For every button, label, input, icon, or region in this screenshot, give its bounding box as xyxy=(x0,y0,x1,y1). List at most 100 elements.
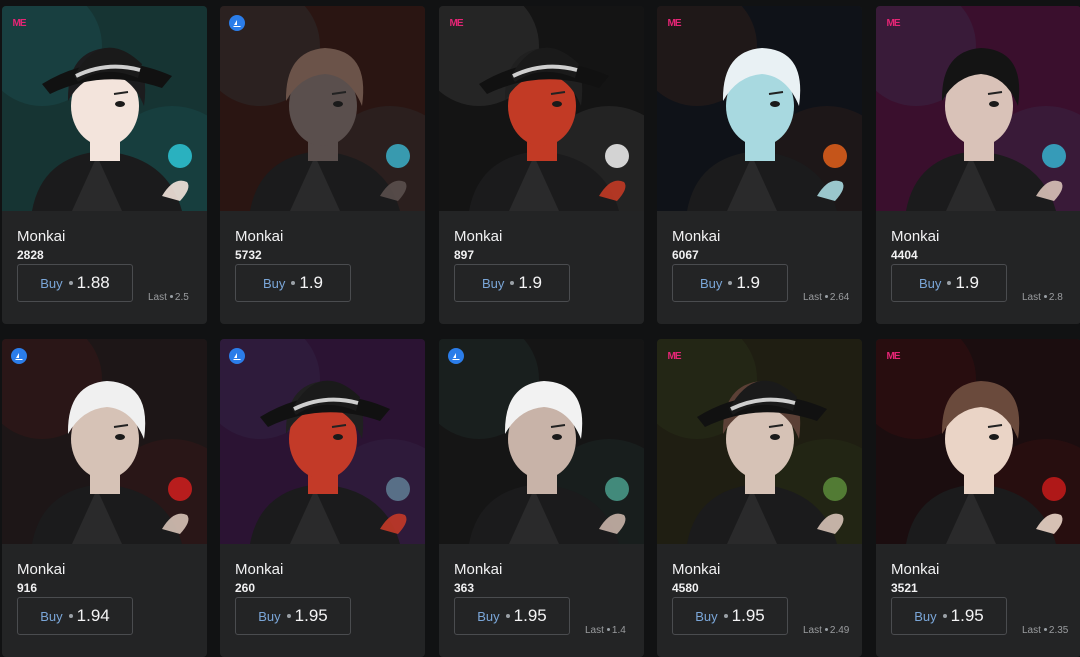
nft-card[interactable]: Monkai 5732 Buy 1.9 xyxy=(220,6,425,324)
opensea-icon xyxy=(448,348,464,364)
sol-icon xyxy=(824,628,828,632)
last-sale-price: 2.5 xyxy=(174,292,189,303)
buy-label: Buy xyxy=(699,275,723,291)
nft-image[interactable] xyxy=(220,6,425,211)
opensea-icon xyxy=(229,348,245,364)
nft-collection-name: Monkai xyxy=(454,228,503,245)
buy-button[interactable]: Buy 1.9 xyxy=(235,264,351,302)
nft-image[interactable] xyxy=(657,6,862,211)
last-sale: Last 2.64 xyxy=(803,292,849,303)
magic-eden-icon: ME xyxy=(886,17,901,29)
nft-artwork xyxy=(220,339,425,544)
nft-token-id: 897 xyxy=(454,248,475,262)
sol-icon xyxy=(728,281,733,285)
buy-button[interactable]: Buy 1.9 xyxy=(891,264,1007,302)
nft-token-id: 6067 xyxy=(672,248,699,262)
sol-icon xyxy=(505,614,510,618)
sol-icon xyxy=(824,295,828,299)
last-label: Last xyxy=(803,625,822,636)
nft-card[interactable]: ME Monkai 6067 Buy 1.9 Last 2.64 xyxy=(657,6,862,324)
nft-image[interactable] xyxy=(2,339,207,544)
buy-label: Buy xyxy=(481,275,505,291)
last-sale: Last 2.5 xyxy=(148,292,189,303)
nft-card[interactable]: ME Monkai 4404 Buy 1.9 Last 2.8 xyxy=(876,6,1080,324)
buy-button[interactable]: Buy 1.9 xyxy=(672,264,788,302)
nft-artwork xyxy=(876,339,1080,544)
sol-icon xyxy=(169,295,173,299)
buy-price: 1.9 xyxy=(299,273,324,292)
buy-price: 1.95 xyxy=(294,606,328,625)
nft-artwork xyxy=(220,6,425,211)
nft-token-id: 2828 xyxy=(17,248,44,262)
nft-card[interactable]: ME Monkai 897 Buy 1.9 xyxy=(439,6,644,324)
nft-artwork xyxy=(657,6,862,211)
nft-card[interactable]: Monkai 260 Buy 1.95 xyxy=(220,339,425,657)
nft-collection-name: Monkai xyxy=(672,561,721,578)
buy-label: Buy xyxy=(40,608,63,624)
nft-card[interactable]: Monkai 363 Buy 1.95 Last 1.4 xyxy=(439,339,644,657)
nft-token-id: 5732 xyxy=(235,248,262,262)
nft-collection-name: Monkai xyxy=(891,228,940,245)
buy-price: 1.88 xyxy=(76,273,110,292)
buy-price: 1.9 xyxy=(736,273,761,292)
magic-eden-icon: ME xyxy=(667,350,682,362)
nft-token-id: 363 xyxy=(454,581,475,595)
nft-image[interactable] xyxy=(439,339,644,544)
nft-image[interactable] xyxy=(439,6,644,211)
last-sale: Last 2.49 xyxy=(803,625,849,636)
magic-eden-icon: ME xyxy=(667,17,682,29)
buy-button[interactable]: Buy 1.95 xyxy=(235,597,351,635)
last-sale: Last 2.35 xyxy=(1022,625,1068,636)
buy-button[interactable]: Buy 1.95 xyxy=(672,597,788,635)
nft-listing-grid: ME Monkai 2828 Buy 1.88 Last 2.5 Monkai … xyxy=(0,0,1080,657)
last-label: Last xyxy=(1022,292,1041,303)
nft-card[interactable]: ME Monkai 2828 Buy 1.88 Last 2.5 xyxy=(2,6,207,324)
last-sale: Last 2.8 xyxy=(1022,292,1063,303)
buy-label: Buy xyxy=(258,608,281,624)
nft-image[interactable] xyxy=(2,6,207,211)
sol-icon xyxy=(291,281,296,285)
buy-price: 1.95 xyxy=(950,606,984,625)
nft-collection-name: Monkai xyxy=(454,561,503,578)
nft-image[interactable] xyxy=(657,339,862,544)
buy-label: Buy xyxy=(40,275,63,291)
nft-token-id: 3521 xyxy=(891,581,918,595)
last-sale-price: 2.64 xyxy=(829,292,850,303)
buy-button[interactable]: Buy 1.95 xyxy=(454,597,570,635)
buy-button[interactable]: Buy 1.95 xyxy=(891,597,1007,635)
buy-button[interactable]: Buy 1.94 xyxy=(17,597,133,635)
sol-icon xyxy=(942,614,947,618)
last-sale-price: 2.8 xyxy=(1048,292,1063,303)
magic-eden-icon: ME xyxy=(12,17,27,29)
buy-price: 1.95 xyxy=(731,606,765,625)
opensea-icon xyxy=(11,348,27,364)
buy-price: 1.9 xyxy=(518,273,543,292)
buy-label: Buy xyxy=(262,275,286,291)
buy-button[interactable]: Buy 1.9 xyxy=(454,264,570,302)
nft-token-id: 260 xyxy=(235,581,256,595)
nft-card[interactable]: Monkai 916 Buy 1.94 xyxy=(2,339,207,657)
sol-icon xyxy=(286,614,291,618)
last-sale-price: 2.49 xyxy=(829,625,850,636)
nft-collection-name: Monkai xyxy=(17,228,66,245)
sol-icon xyxy=(1043,295,1047,299)
buy-button[interactable]: Buy 1.88 xyxy=(17,264,133,302)
nft-collection-name: Monkai xyxy=(17,561,66,578)
nft-image[interactable] xyxy=(876,6,1080,211)
sol-icon xyxy=(510,281,515,285)
nft-artwork xyxy=(2,6,207,211)
nft-collection-name: Monkai xyxy=(235,561,284,578)
nft-card[interactable]: ME Monkai 3521 Buy 1.95 Last 2.35 xyxy=(876,339,1080,657)
buy-label: Buy xyxy=(477,608,500,624)
nft-collection-name: Monkai xyxy=(672,228,721,245)
last-sale-price: 1.4 xyxy=(611,625,626,636)
buy-label: Buy xyxy=(695,608,718,624)
nft-image[interactable] xyxy=(876,339,1080,544)
nft-image[interactable] xyxy=(220,339,425,544)
buy-price: 1.95 xyxy=(513,606,547,625)
nft-artwork xyxy=(657,339,862,544)
buy-price: 1.9 xyxy=(955,273,980,292)
nft-artwork xyxy=(876,6,1080,211)
opensea-icon xyxy=(229,15,245,31)
nft-card[interactable]: ME Monkai 4580 Buy 1.95 Last 2.49 xyxy=(657,339,862,657)
